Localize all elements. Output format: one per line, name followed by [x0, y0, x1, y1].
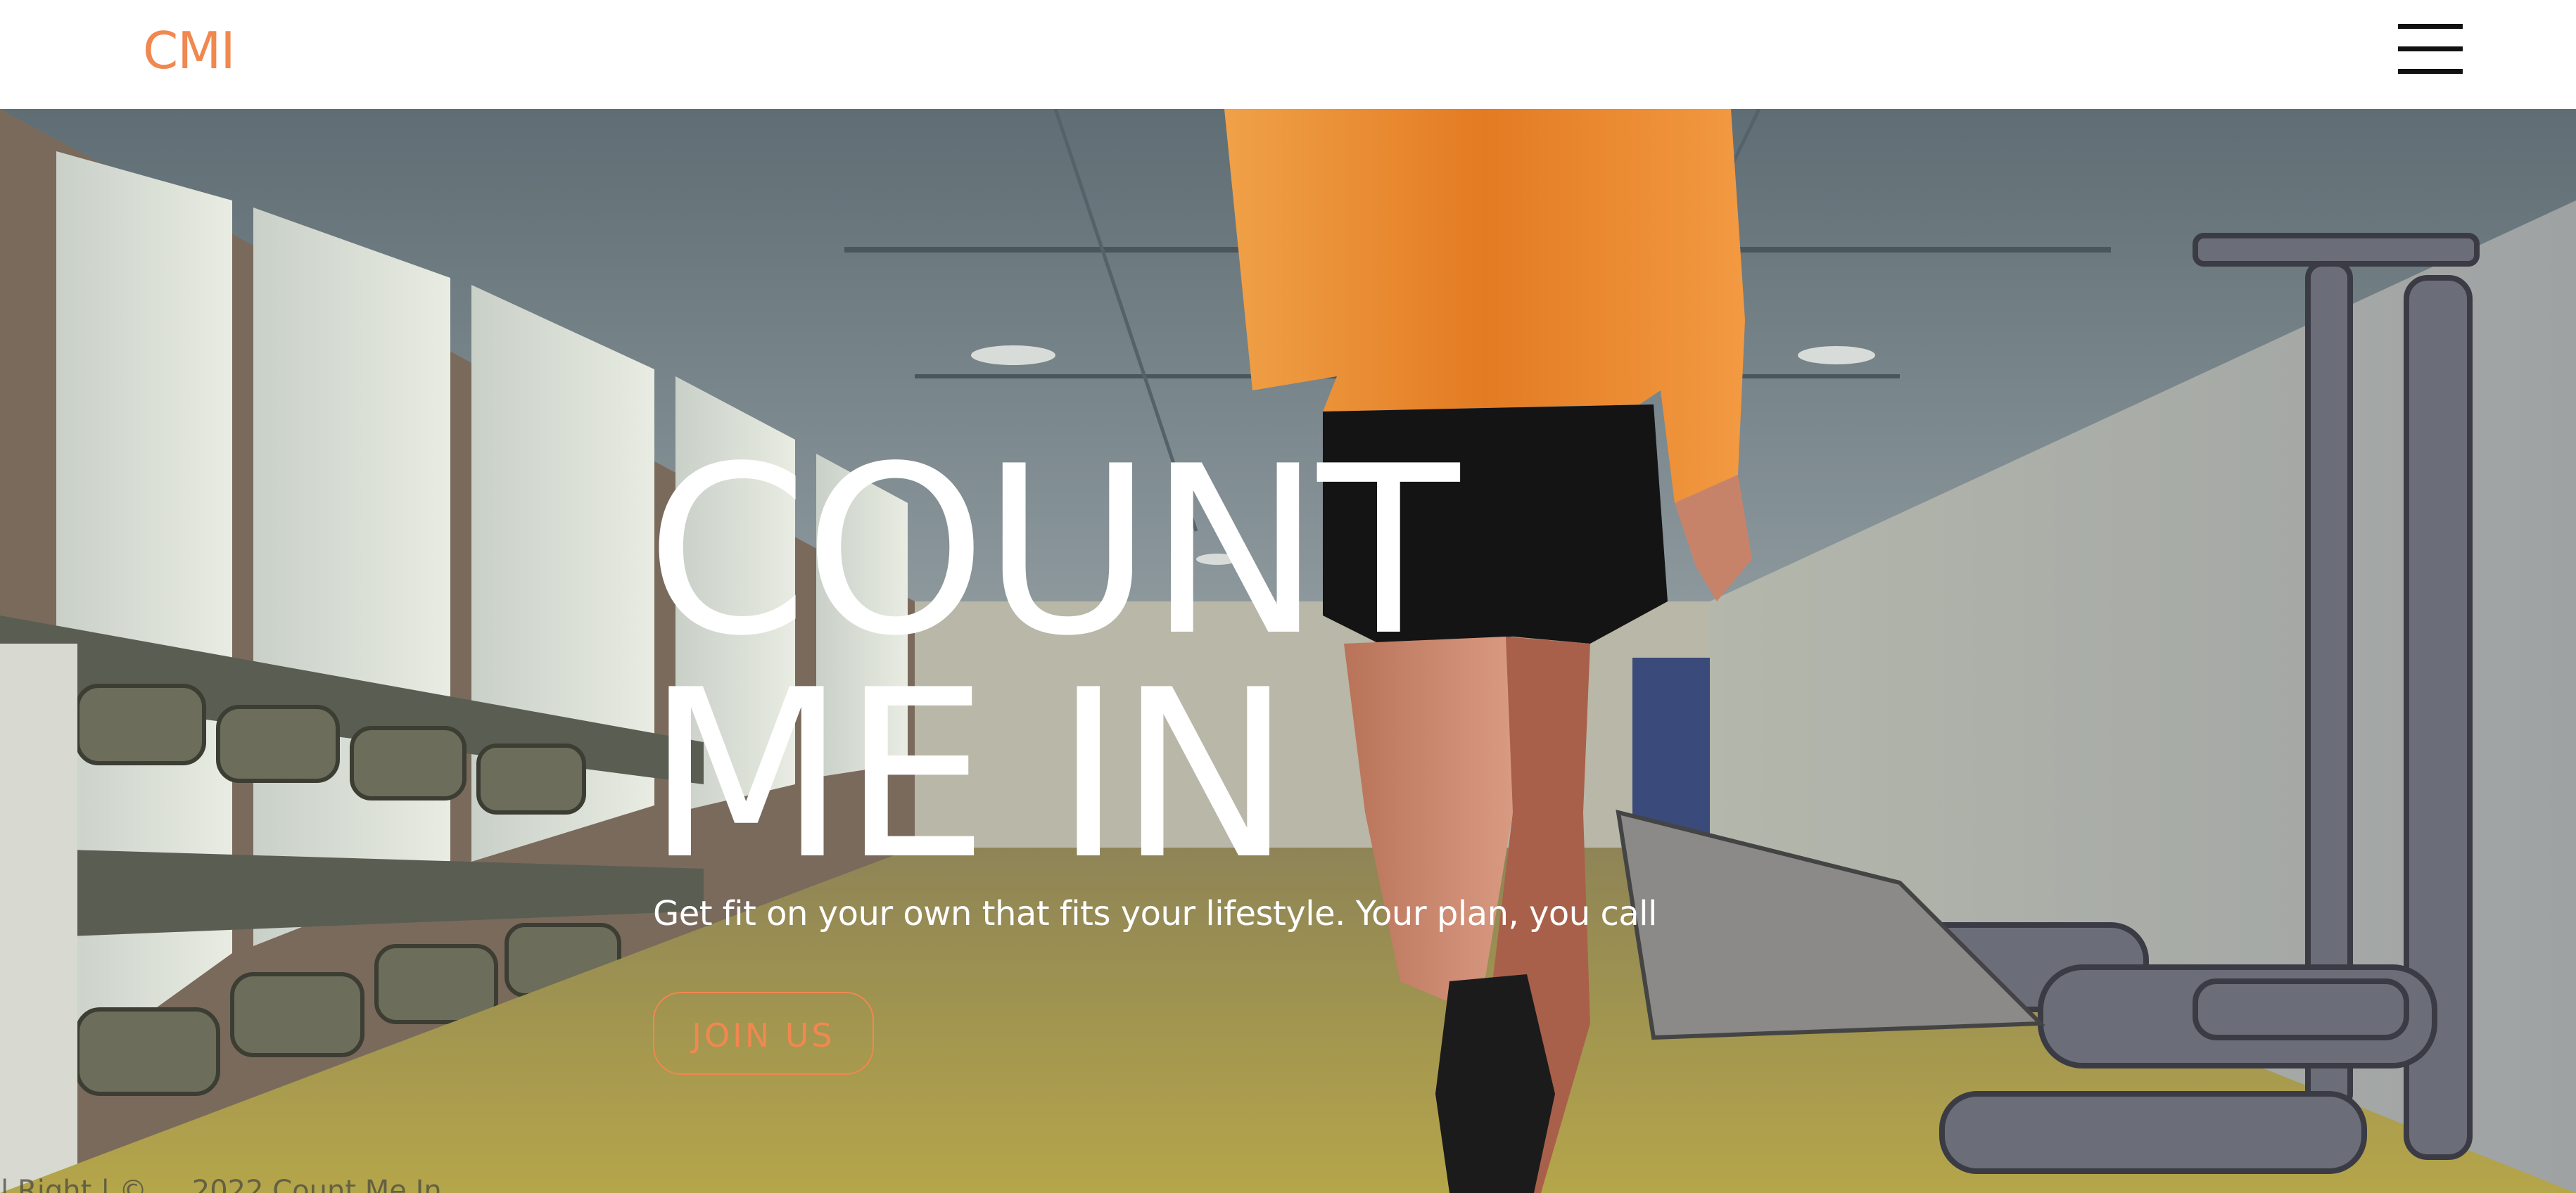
- footer-copyright: ll Right | © ... 2022 Count Me In: [0, 1175, 442, 1193]
- hero-section: COUNT ME IN Get fit on your own that fit…: [0, 109, 2576, 1193]
- page: CMI COUNT ME IN Get fit on your own that…: [0, 0, 2576, 1193]
- hamburger-menu-icon[interactable]: [2398, 24, 2463, 75]
- menu-bar-top: [2398, 24, 2463, 29]
- menu-bar-middle: [2398, 46, 2463, 51]
- menu-bar-bottom: [2398, 69, 2463, 74]
- hero-title: COUNT ME IN: [646, 416, 1701, 910]
- hero-subtitle: Get fit on your own that fits your lifes…: [653, 894, 1657, 933]
- hero-title-line-1: COUNT: [646, 416, 1459, 687]
- brand-logo[interactable]: CMI: [143, 15, 236, 86]
- join-us-button[interactable]: JOIN US: [653, 992, 874, 1075]
- navbar: CMI: [0, 0, 2576, 109]
- hero-title-line-2: ME IN: [646, 640, 1292, 910]
